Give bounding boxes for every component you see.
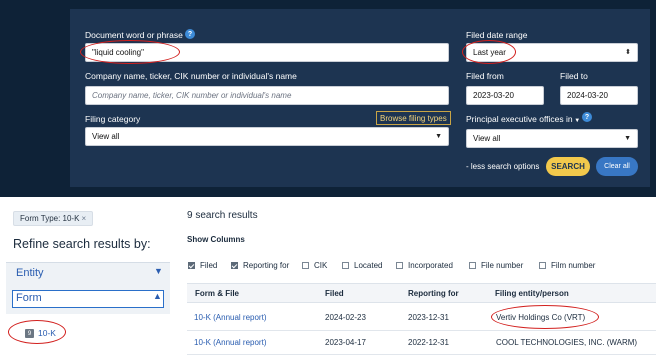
facet-entity[interactable]: Entity — [16, 267, 44, 279]
checkbox[interactable] — [231, 262, 238, 269]
filed-date: 2024-02-23 — [325, 313, 366, 322]
filing-entity[interactable]: COOL TECHNOLOGIES, INC. (WARM) — [496, 338, 637, 347]
form-file-link[interactable]: 10-K (Annual report) — [194, 313, 266, 322]
column-header[interactable]: Form & File — [195, 289, 239, 298]
filed-from-label: Filed from — [466, 71, 504, 81]
caret-down-icon: ▼ — [572, 118, 581, 124]
reporting-date: 2022-12-31 — [408, 338, 449, 347]
document-phrase-label: Document word or phrase — [85, 30, 183, 40]
column-header[interactable]: Filed — [325, 289, 344, 298]
chevron-down-icon[interactable]: ▼ — [154, 266, 163, 276]
page: Document word or phrase ? "liquid coolin… — [0, 0, 656, 361]
help-icon[interactable]: ? — [582, 112, 592, 122]
form-10k-link[interactable]: 10-K — [38, 328, 56, 338]
row-divider — [187, 330, 656, 331]
filing-entity[interactable]: Vertiv Holdings Co (VRT) — [496, 313, 585, 322]
refine-title: Refine search results by: — [13, 237, 151, 251]
column-toggle-reporting-for[interactable]: Reporting for — [231, 261, 289, 270]
date-range-label: Filed date range — [466, 30, 528, 40]
results-count: 9 search results — [187, 210, 258, 221]
row-divider — [187, 354, 656, 355]
filing-category-label: Filing category — [85, 114, 141, 124]
checkbox[interactable] — [188, 262, 195, 269]
filing-category-value: View all — [92, 132, 120, 141]
date-range-select[interactable]: Last year ⬍ — [466, 43, 638, 62]
filed-date: 2023-04-17 — [325, 338, 366, 347]
principal-offices-select[interactable]: View all ▼ — [466, 129, 638, 148]
form-type-filter-chip[interactable]: Form Type: 10-K × — [13, 211, 93, 226]
browse-filing-types-button[interactable]: Browse filing types — [376, 111, 451, 125]
filing-category-select[interactable]: View all ▼ — [85, 127, 449, 146]
checkbox[interactable] — [539, 262, 546, 269]
caret-down-icon: ▼ — [435, 133, 442, 140]
company-label: Company name, ticker, CIK number or indi… — [85, 71, 297, 81]
clear-all-button[interactable]: Clear all — [596, 157, 638, 176]
document-phrase-input[interactable]: "liquid cooling" — [85, 43, 449, 62]
column-toggle-cik[interactable]: CIK — [302, 261, 327, 270]
checkbox[interactable] — [396, 262, 403, 269]
principal-offices-value: View all — [473, 134, 501, 143]
column-toggle-incorporated[interactable]: Incorporated — [396, 261, 453, 270]
show-columns-label: Show Columns — [187, 235, 245, 244]
column-toggle-located[interactable]: Located — [342, 261, 382, 270]
close-icon[interactable]: × — [81, 214, 86, 223]
chevron-up-icon[interactable]: ▲ — [153, 291, 162, 301]
checkbox[interactable] — [302, 262, 309, 269]
company-input[interactable]: Company name, ticker, CIK number or indi… — [85, 86, 449, 105]
form-count-badge: 9 — [25, 329, 34, 338]
reporting-date: 2023-12-31 — [408, 313, 449, 322]
column-header[interactable]: Reporting for — [408, 289, 459, 298]
column-toggle-file-number[interactable]: File number — [469, 261, 523, 270]
column-toggle-film-number[interactable]: Film number — [539, 261, 595, 270]
date-range-value: Last year — [473, 48, 506, 57]
filed-from-input[interactable]: 2023-03-20 — [466, 86, 544, 105]
filed-to-input[interactable]: 2024-03-20 — [560, 86, 638, 105]
form-file-link[interactable]: 10-K (Annual report) — [194, 338, 266, 347]
facet-form[interactable]: Form — [16, 292, 42, 304]
column-toggle-filed[interactable]: Filed — [188, 261, 217, 270]
help-icon[interactable]: ? — [185, 29, 195, 39]
annotation-circle — [8, 320, 66, 344]
caret-down-icon: ▼ — [624, 135, 631, 142]
column-header[interactable]: Filing entity/person — [495, 289, 569, 298]
principal-offices-label[interactable]: Principal executive offices in ▼ — [466, 114, 580, 124]
checkbox[interactable] — [342, 262, 349, 269]
less-search-options-link[interactable]: - less search options — [466, 162, 539, 171]
search-button[interactable]: SEARCH — [546, 157, 590, 176]
sort-arrows-icon: ⬍ — [625, 49, 631, 56]
checkbox[interactable] — [469, 262, 476, 269]
filed-to-label: Filed to — [560, 71, 588, 81]
